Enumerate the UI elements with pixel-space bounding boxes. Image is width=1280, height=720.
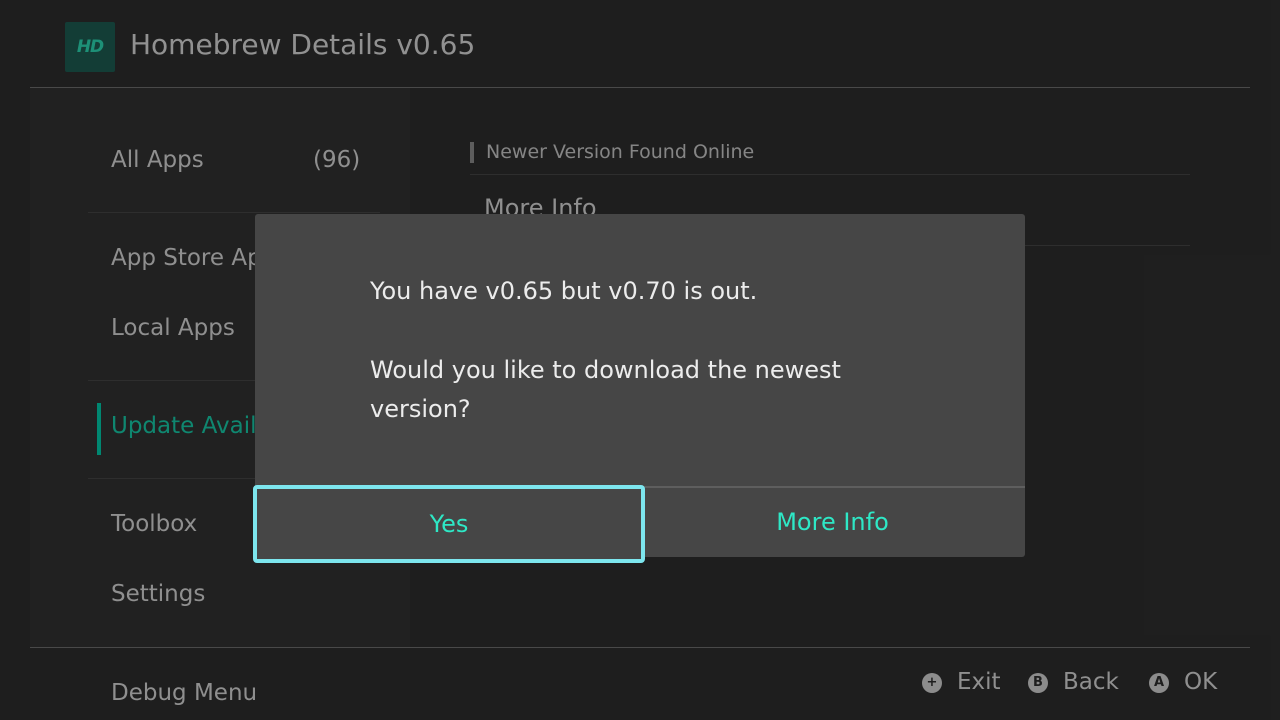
dialog-message-question-cont: version? [370, 395, 471, 423]
dialog-message-version: You have v0.65 but v0.70 is out. [370, 277, 758, 305]
yes-button[interactable]: Yes [253, 485, 645, 563]
more-info-button[interactable]: More Info [640, 488, 1025, 557]
update-dialog: You have v0.65 but v0.70 is out. Would y… [253, 214, 1025, 563]
dialog-message-question: Would you like to download the newest [370, 356, 841, 384]
app-window: HD Homebrew Details v0.65 All Apps (96) … [0, 0, 1280, 720]
